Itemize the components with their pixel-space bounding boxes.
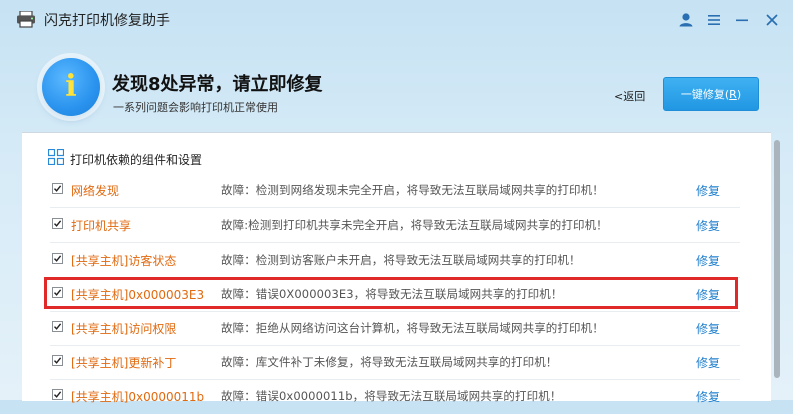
user-icon[interactable] <box>676 10 696 30</box>
item-checkbox[interactable] <box>52 253 63 264</box>
one-click-fix-button[interactable]: 一键修复(R) <box>663 77 759 111</box>
issue-subline: 一系列问题会影响打印机正常使用 <box>113 101 278 114</box>
item-checkbox[interactable] <box>52 355 63 366</box>
issue-headline: 发现8处异常，请立即修复 <box>112 74 323 95</box>
fix-link[interactable]: 修复 <box>696 354 720 371</box>
fix-link[interactable]: 修复 <box>696 182 720 199</box>
list-item: 打印机共享 故障:检测到打印机共享未完全开启，将导致无法互联局域网共享的打印机！… <box>44 207 740 243</box>
item-checkbox[interactable] <box>52 287 63 298</box>
item-checkbox[interactable] <box>52 321 63 332</box>
list-item: [共享主机]0x0000011b 故障：错误0x0000011b，将导致无法互联… <box>44 378 740 414</box>
fix-all-close: ) <box>736 88 742 101</box>
item-name: [共享主机]访客状态 <box>71 254 177 268</box>
grid-icon <box>47 148 65 166</box>
item-name: [共享主机]更新补丁 <box>71 356 177 370</box>
fix-link[interactable]: 修复 <box>696 320 720 337</box>
fix-all-hotkey: R <box>729 88 737 101</box>
section-title: 打印机依赖的组件和设置 <box>70 153 203 167</box>
list-item: [共享主机]访问权限 故障：拒绝从网络访问这台计算机，将导致无法互联局域网共享的… <box>44 310 740 346</box>
fix-all-label: 一键修复( <box>680 88 730 101</box>
fix-link[interactable]: 修复 <box>696 286 720 303</box>
item-description: 故障：检测到访客账户未开启，将导致无法互联局域网共享的打印机！ <box>221 253 581 267</box>
list-item: 网络发现 故障：检测到网络发现未完全开启，将导致无法互联局域网共享的打印机！ 修… <box>44 172 740 208</box>
item-description: 故障:检测到打印机共享未完全开启，将导致无法互联局域网共享的打印机！ <box>221 218 608 232</box>
window-title: 闪克打印机修复助手 <box>44 13 170 29</box>
close-icon[interactable] <box>762 10 782 30</box>
item-name: 网络发现 <box>71 184 120 198</box>
item-checkbox[interactable] <box>52 183 63 194</box>
printer-icon <box>16 10 36 28</box>
list-item: [共享主机]访客状态 故障：检测到访客账户未开启，将导致无法互联局域网共享的打印… <box>44 242 740 278</box>
item-description: 故障：库文件补丁未修复，将导致无法互联局域网共享的打印机！ <box>221 355 558 369</box>
item-description: 故障：拒绝从网络访问这台计算机，将导致无法互联局域网共享的打印机！ <box>221 321 604 335</box>
item-checkbox[interactable] <box>52 218 63 229</box>
item-name: [共享主机]0x0000011b <box>71 390 205 404</box>
list-item: [共享主机]0x000003E3 故障：错误0X000003E3，将导致无法互联… <box>44 276 740 312</box>
back-link[interactable]: <返回 <box>614 88 645 104</box>
scrollbar[interactable] <box>774 140 780 378</box>
item-name: [共享主机]0x000003E3 <box>71 288 205 302</box>
item-description: 故障：错误0X000003E3，将导致无法互联局域网共享的打印机！ <box>221 287 563 301</box>
title-bar: 闪克打印机修复助手 <box>0 0 793 40</box>
list-item: [共享主机]更新补丁 故障：库文件补丁未修复，将导致无法互联局域网共享的打印机！… <box>44 344 740 380</box>
fix-link[interactable]: 修复 <box>696 252 720 269</box>
item-name: 打印机共享 <box>71 219 132 233</box>
menu-icon[interactable] <box>704 10 724 30</box>
minimize-icon[interactable] <box>732 10 752 30</box>
fix-link[interactable]: 修复 <box>696 217 720 234</box>
item-name: [共享主机]访问权限 <box>71 322 177 336</box>
fix-link[interactable]: 修复 <box>696 388 720 405</box>
item-checkbox[interactable] <box>52 389 63 400</box>
item-description: 故障：检测到网络发现未完全开启，将导致无法互联局域网共享的打印机！ <box>221 183 604 197</box>
info-glyph: i <box>65 69 77 104</box>
warning-status-icon: i <box>42 58 100 116</box>
item-description: 故障：错误0x0000011b，将导致无法互联局域网共享的打印机！ <box>221 389 562 403</box>
